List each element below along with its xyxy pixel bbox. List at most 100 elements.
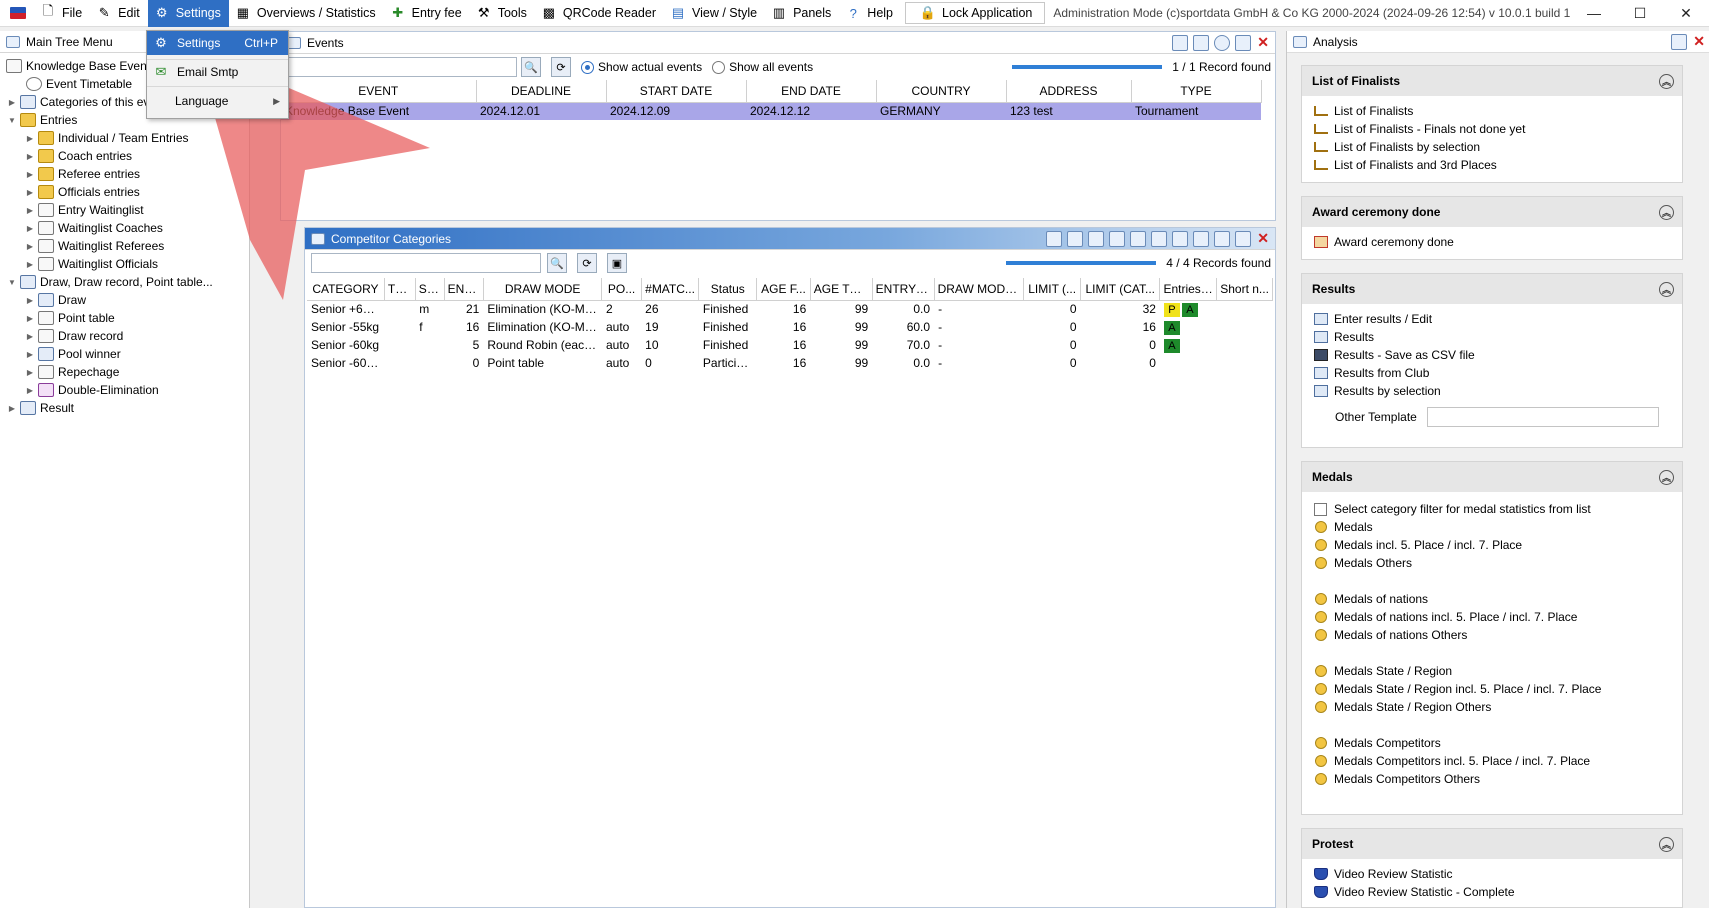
close-panel-icon[interactable]: ✕ [1693, 33, 1705, 50]
show-all-events-radio[interactable] [712, 60, 726, 74]
expand-arrow-icon[interactable]: ▶ [6, 98, 18, 107]
col-pools[interactable]: PO... [601, 278, 642, 301]
expand-arrow-icon[interactable]: ▶ [24, 386, 36, 395]
reload-icon[interactable]: ⟳ [551, 57, 571, 77]
expand-arrow-icon[interactable]: ▶ [24, 188, 36, 197]
col-age-to[interactable]: AGE TO... [810, 278, 873, 301]
paste-icon[interactable] [1067, 230, 1084, 247]
link-results[interactable]: Results [1302, 328, 1682, 346]
col-event[interactable]: EVENT [281, 80, 477, 103]
link-video-review-complete[interactable]: Video Review Statistic - Complete [1302, 883, 1682, 901]
link-results-from-club[interactable]: Results from Club [1302, 364, 1682, 382]
link-results-csv[interactable]: Results - Save as CSV file [1302, 346, 1682, 364]
col-type[interactable]: TYPE [1131, 80, 1262, 103]
expand-arrow-icon[interactable]: ▶ [24, 152, 36, 161]
col-end-date[interactable]: END DATE [746, 80, 877, 103]
col-start-date[interactable]: START DATE [606, 80, 747, 103]
close-panel-icon[interactable]: ✕ [1257, 34, 1269, 51]
link-medals-state-region-others[interactable]: Medals State / Region Others [1302, 698, 1682, 716]
menu-file[interactable]: 🗋 File [34, 0, 90, 27]
medal-filter-checkbox[interactable] [1314, 502, 1327, 516]
tree-node-waitinglist-referees[interactable]: ▶ Waitinglist Referees [0, 237, 249, 255]
col-limit-cat[interactable]: LIMIT (CAT... [1080, 278, 1161, 301]
expand-arrow-icon[interactable]: ▶ [24, 134, 36, 143]
col-matches[interactable]: #MATC... [641, 278, 700, 301]
menu-panels[interactable]: ▥ Panels [765, 0, 839, 27]
menu-item-settings[interactable]: ⚙ Settings Ctrl+P [147, 31, 288, 55]
expand-arrow-icon[interactable]: ▶ [24, 170, 36, 179]
close-window-icon[interactable]: ✕ [1663, 0, 1709, 27]
tree-node-waitinglist-officials[interactable]: ▶ Waitinglist Officials [0, 255, 249, 273]
search-icon[interactable]: 🔍 [547, 253, 567, 273]
maximize-icon[interactable]: ☐ [1617, 0, 1663, 27]
link-award-ceremony-done[interactable]: Award ceremony done [1302, 233, 1682, 251]
tree-node-officials-entries[interactable]: ▶ Officials entries [0, 183, 249, 201]
collapse-arrow-icon[interactable]: ▼ [6, 278, 18, 287]
link-enter-results[interactable]: Enter results / Edit [1302, 310, 1682, 328]
col-deadline[interactable]: DEADLINE [476, 80, 607, 103]
col-sex[interactable]: SEX [415, 278, 445, 301]
col-category[interactable]: CATEGORY [307, 278, 385, 301]
maximize-panel-icon[interactable] [1235, 230, 1252, 247]
expand-arrow-icon[interactable]: ▶ [24, 314, 36, 323]
expand-arrow-icon[interactable]: ▶ [24, 242, 36, 251]
list-icon[interactable] [1088, 230, 1105, 247]
expand-arrow-icon[interactable]: ▶ [24, 260, 36, 269]
maximize-panel-icon[interactable] [1235, 34, 1252, 51]
col-entry-fee[interactable]: ENTRY F... [872, 278, 935, 301]
table-row[interactable]: Knowledge Base Event 2024.12.01 2024.12.… [281, 102, 1261, 120]
link-medals-incl-5-7[interactable]: Medals incl. 5. Place / incl. 7. Place [1302, 536, 1682, 554]
link-results-by-selection[interactable]: Results by selection [1302, 382, 1682, 400]
tree-node-referee-entries[interactable]: ▶ Referee entries [0, 165, 249, 183]
numbered-list-icon[interactable] [1109, 230, 1126, 247]
tree-node-double-elimination[interactable]: ▶ Double-Elimination [0, 381, 249, 399]
columns-icon[interactable] [1151, 230, 1168, 247]
minimize-icon[interactable]: — [1571, 0, 1617, 27]
tree-node-point-table[interactable]: ▶ Point table [0, 309, 249, 327]
menu-qrcode-reader[interactable]: ▩ QRCode Reader [535, 0, 664, 27]
link-medals-competitors[interactable]: Medals Competitors [1302, 734, 1682, 752]
col-entries-status[interactable]: Entries ... [1159, 278, 1218, 301]
expand-arrow-icon[interactable]: ▶ [6, 404, 18, 413]
link-finalists-by-selection[interactable]: List of Finalists by selection [1302, 138, 1682, 156]
col-age-from[interactable]: AGE F... [756, 278, 811, 301]
grid-icon[interactable] [1214, 230, 1231, 247]
menu-settings[interactable]: ⚙ Settings [147, 0, 229, 27]
link-medals-others[interactable]: Medals Others [1302, 554, 1682, 572]
reload-icon[interactable]: ⟳ [577, 253, 597, 273]
collapse-arrow-icon[interactable]: ▼ [6, 116, 18, 125]
collapse-icon[interactable]: ︽ [1659, 836, 1674, 852]
expand-arrow-icon[interactable]: ▶ [24, 296, 36, 305]
table-row[interactable]: Senior -60kg 5 Round Robin (each ... auto 10… [307, 336, 1273, 354]
filter-icon[interactable] [1193, 230, 1210, 247]
link-list-of-finalists[interactable]: List of Finalists [1302, 102, 1682, 120]
folder-open-icon[interactable] [1193, 34, 1210, 51]
table-row[interactable]: Senior -60k... 0 Point table auto 0 Particip.… [307, 354, 1273, 372]
link-medals-state-region-incl[interactable]: Medals State / Region incl. 5. Place / i… [1302, 680, 1682, 698]
link-medals-of-nations-incl[interactable]: Medals of nations incl. 5. Place / incl.… [1302, 608, 1682, 626]
tree-node-coach-entries[interactable]: ▶ Coach entries [0, 147, 249, 165]
link-medals-of-nations-others[interactable]: Medals of nations Others [1302, 626, 1682, 644]
expand-arrow-icon[interactable]: ▶ [24, 206, 36, 215]
menu-item-language[interactable]: Language ▶ [147, 89, 288, 113]
tree-node-pool-winner[interactable]: ▶ Pool winner [0, 345, 249, 363]
link-medals-competitors-incl[interactable]: Medals Competitors incl. 5. Place / incl… [1302, 752, 1682, 770]
collapse-icon[interactable]: ︽ [1659, 469, 1674, 485]
menu-tools[interactable]: ⚒ Tools [470, 0, 535, 27]
col-team[interactable]: TE... [384, 278, 416, 301]
menu-edit[interactable]: ✎ Edit [90, 0, 148, 27]
tree-node-draw[interactable]: ▶ Draw [0, 291, 249, 309]
link-medals-state-region[interactable]: Medals State / Region [1302, 662, 1682, 680]
tree-node-individual-team-entries[interactable]: ▶ Individual / Team Entries [0, 129, 249, 147]
collapse-icon[interactable]: ︽ [1659, 204, 1674, 220]
tree-node-draw-group[interactable]: ▼ Draw, Draw record, Point table... [0, 273, 249, 291]
col-draw-mode[interactable]: DRAW MODE [483, 278, 603, 301]
menu-overviews-statistics[interactable]: ▦ Overviews / Statistics [229, 0, 384, 27]
save-icon[interactable]: ▣ [607, 253, 627, 273]
refresh-icon[interactable] [1214, 34, 1231, 51]
tree-node-result[interactable]: ▶ Result [0, 399, 249, 417]
col-limit[interactable]: LIMIT (... [1023, 278, 1082, 301]
edit-list-icon[interactable] [1130, 230, 1147, 247]
maximize-panel-icon[interactable] [1671, 33, 1688, 50]
tree-node-waitinglist-coaches[interactable]: ▶ Waitinglist Coaches [0, 219, 249, 237]
